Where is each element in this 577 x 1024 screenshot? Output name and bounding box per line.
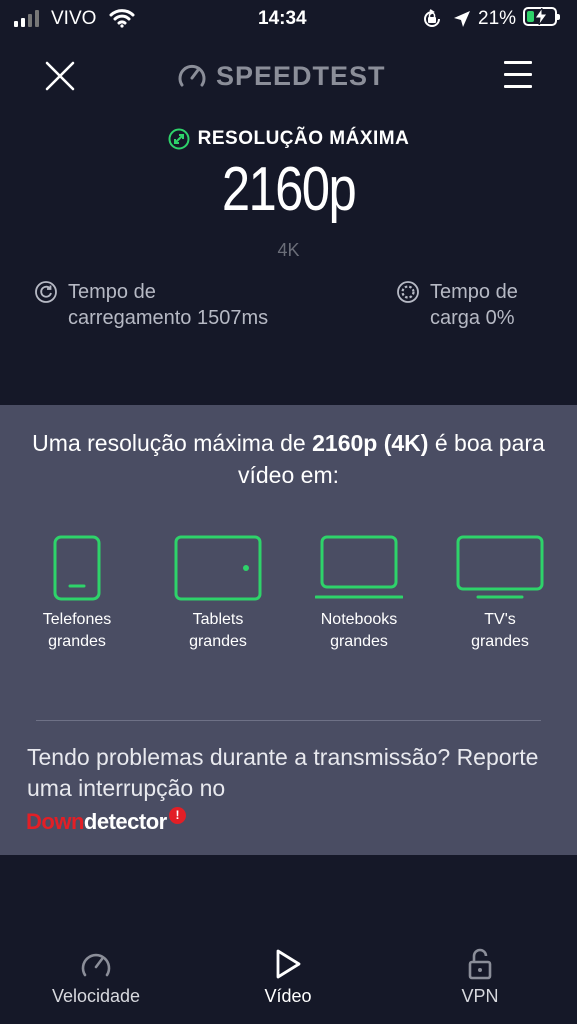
buffering-icon [397,281,419,303]
downdetector-alert-icon: ! [168,806,186,824]
speedtest-logo: SPEEDTEST [176,60,386,92]
orientation-lock-icon [424,9,440,27]
battery-percent: 21% [478,8,517,29]
divider [36,720,541,721]
video-suitability-panel: Uma resolução máxima de 2160p (4K) é boa… [0,405,577,855]
location-arrow-icon [454,11,470,27]
downdetector-link[interactable]: Down detector! [26,806,186,835]
buffer-line1: Tempo de [430,281,518,303]
suitability-text-resolution: 2160p (4K) [312,430,429,456]
device-label-line1: Tablets [192,611,244,628]
speedometer-logo-icon [178,64,206,87]
load-time-stat: Tempo de carregamento 1507ms [34,279,268,331]
tab-video[interactable]: Vídeo [228,948,348,1007]
hamburger-menu-button[interactable] [504,61,532,91]
device-label-line1: Notebooks [320,611,398,628]
laptop-icon [315,535,403,599]
downdetector-logo-part1: Down [26,809,84,834]
close-button[interactable] [42,58,78,94]
tab-label: VPN [461,986,499,1006]
tab-label: Vídeo [264,986,312,1006]
device-large-phones: Telefones grandes [7,535,147,653]
clock: 14:34 [258,8,307,29]
suitability-text: Uma resolução máxima de 2160p (4K) é boa… [20,427,557,491]
status-bar: VIVO 14:34 21% [0,0,577,38]
resolution-tag: 4K [277,240,300,260]
speedometer-icon [81,953,111,977]
tv-icon [456,535,544,599]
device-label-line2: grandes [330,633,388,650]
carrier-name: VIVO [51,8,97,29]
device-label-line2: grandes [189,633,247,650]
device-large-notebooks: Notebooks grandes [289,535,429,653]
tab-label: Velocidade [51,986,141,1006]
battery-charging-icon [523,7,560,26]
max-resolution-text: RESOLUÇÃO MÁXIMA [197,128,410,149]
tablet-icon [174,535,262,601]
tab-vpn[interactable]: VPN [420,948,540,1007]
report-problem-text: Tendo problemas durante a transmissão? R… [27,744,539,801]
device-large-tvs: TV's grandes [430,535,570,653]
brand-name: SPEEDTEST [216,60,386,91]
device-label-line2: grandes [471,633,529,650]
play-icon [276,949,301,979]
device-large-tablets: Tablets grandes [148,535,288,653]
downdetector-logo-part2: detector [83,809,167,834]
tab-speed[interactable]: Velocidade [36,948,156,1007]
wifi-icon [109,9,135,28]
max-resolution-label: RESOLUÇÃO MÁXIMA [0,128,577,150]
device-label-line1: TV's [484,611,516,628]
device-label-line1: Telefones [42,611,112,628]
resolution-expand-icon [168,128,190,150]
load-time-line2: carregamento 1507ms [68,307,269,329]
padlock-icon [468,948,492,980]
buffer-stat: Tempo de carga 0% [396,279,518,331]
signal-bars-icon [14,10,39,27]
load-time-line1: Tempo de [68,281,156,303]
buffer-line2: carga 0% [430,307,515,329]
device-label-line2: grandes [48,633,106,650]
max-resolution-value: 2160p [221,155,357,224]
suitability-text-start: Uma resolução máxima de [32,430,313,456]
phone-icon [53,535,101,601]
refresh-clock-icon [35,281,57,303]
